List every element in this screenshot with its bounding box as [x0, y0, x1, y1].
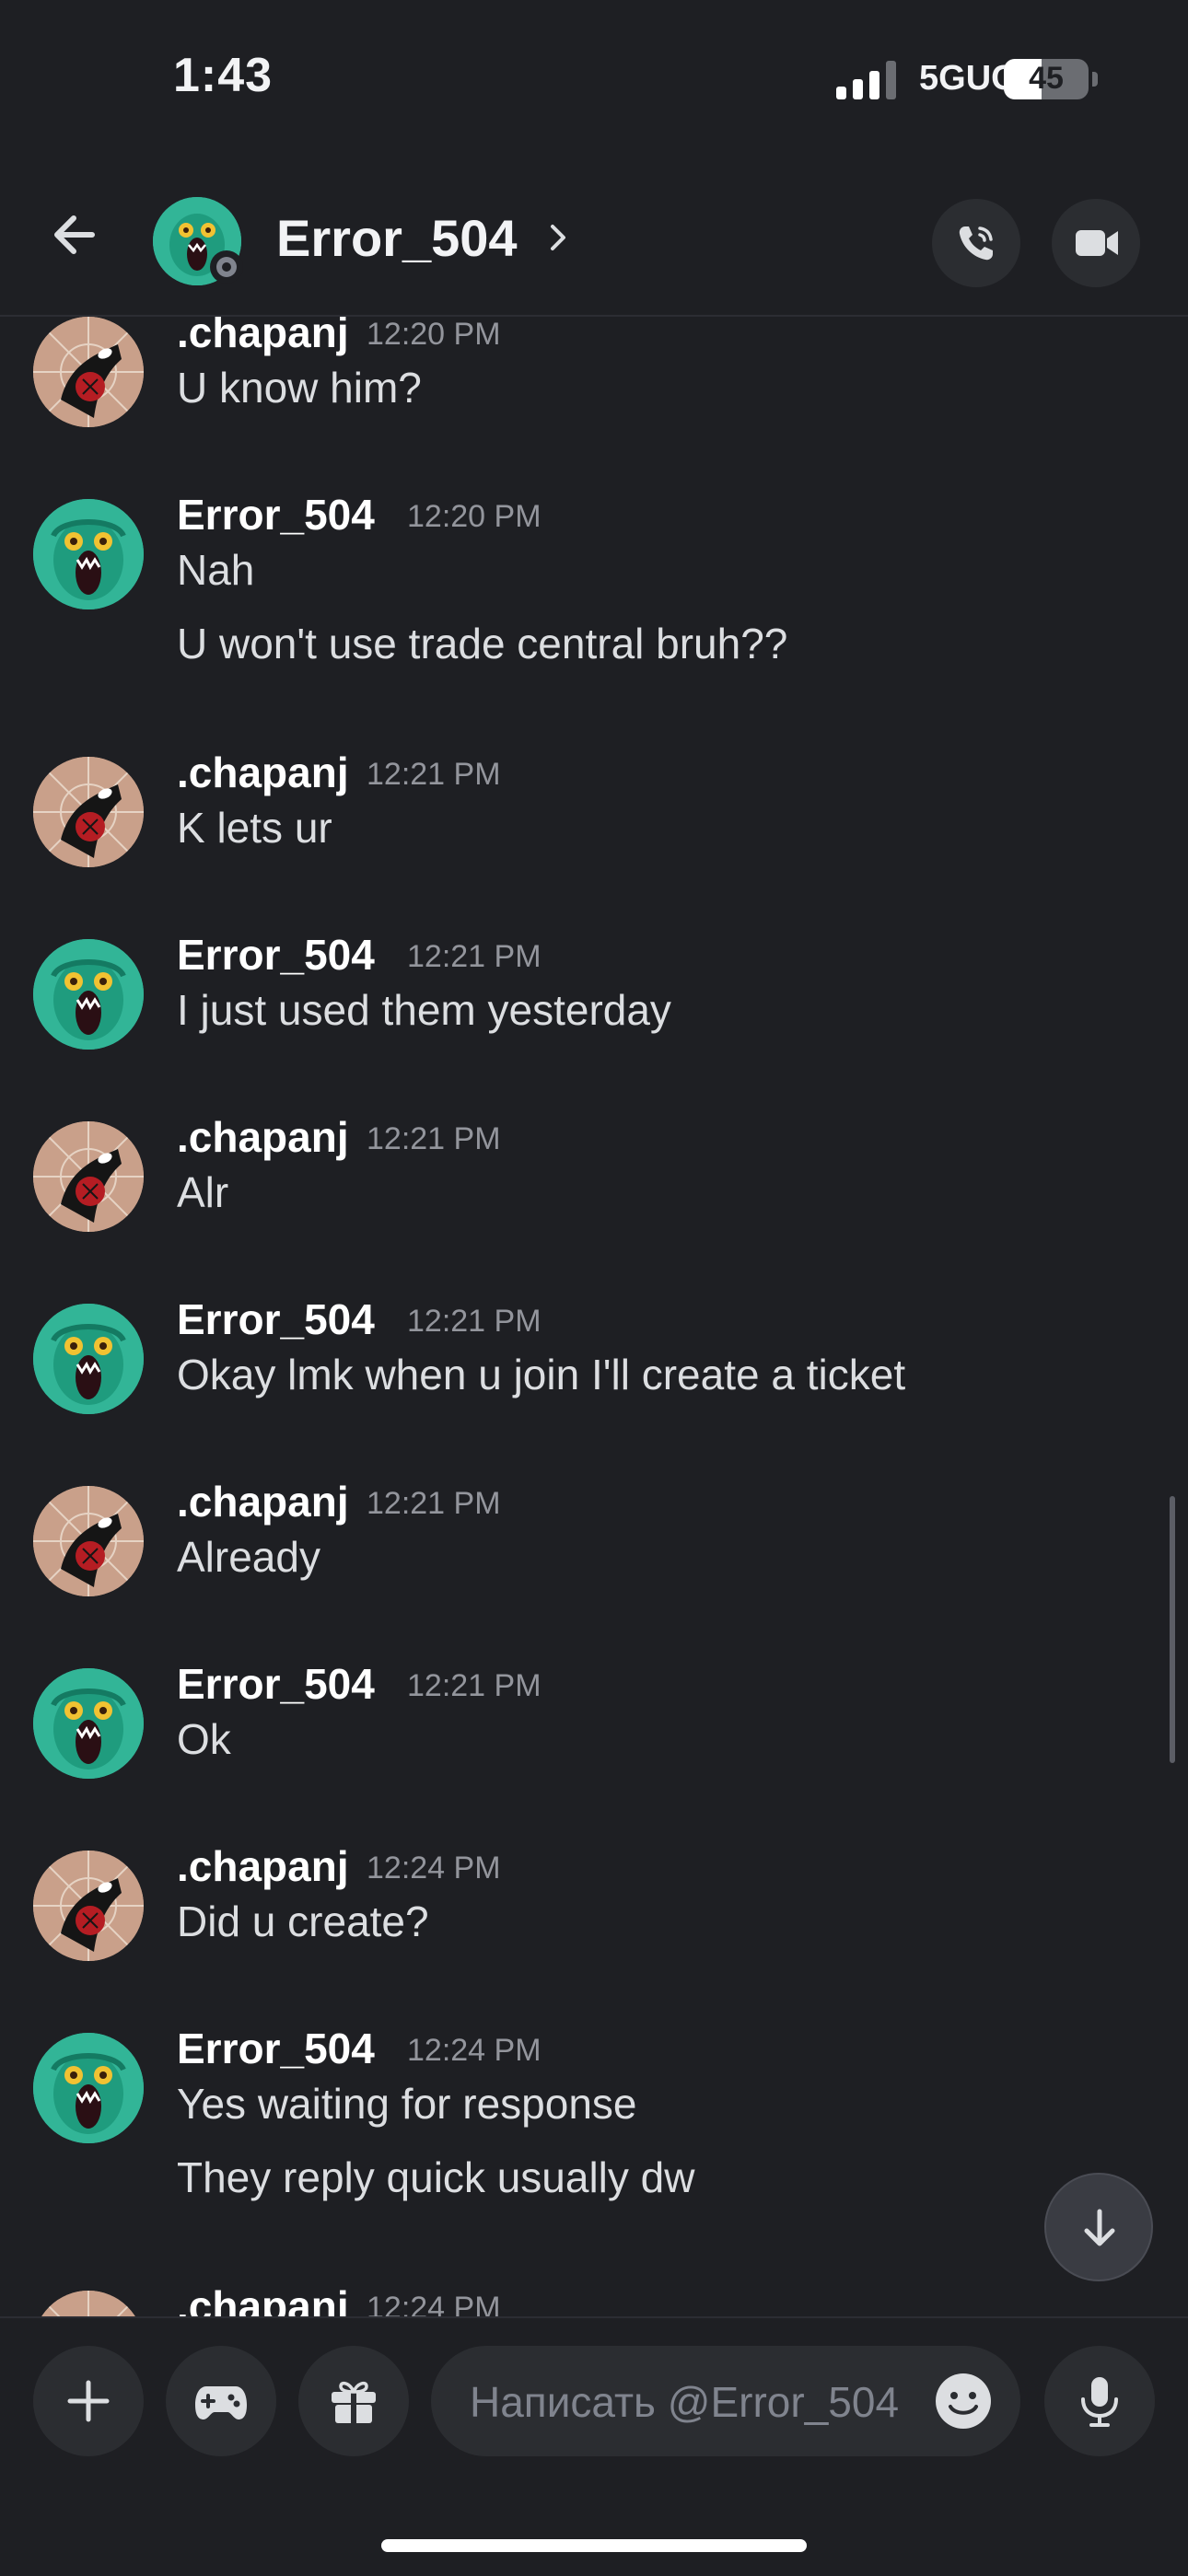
add-attachment-button[interactable]: [33, 2346, 144, 2456]
message-author[interactable]: .chapanj: [177, 748, 349, 797]
spider-avatar-icon: [33, 1486, 144, 1596]
voice-message-button[interactable]: [1044, 2346, 1155, 2456]
scrollbar[interactable]: [1170, 1496, 1175, 1763]
message-text: Yes waiting for response: [177, 2080, 637, 2128]
message-timestamp: 12:24 PM: [407, 2033, 542, 2068]
video-call-button[interactable]: [1052, 199, 1140, 287]
chevron-right-icon[interactable]: [545, 219, 573, 256]
message-input-wrapper: [431, 2346, 1020, 2458]
arrow-down-icon: [1084, 2209, 1115, 2246]
gift-icon: [332, 2381, 376, 2423]
message-text: Okay lmk when u join I'll create a ticke…: [177, 1351, 906, 1398]
monster-avatar-icon: [33, 1668, 144, 1779]
message-author[interactable]: Error_504: [177, 1659, 375, 1709]
message-timestamp: 12:20 PM: [407, 499, 542, 534]
message-avatar[interactable]: [33, 1851, 144, 1961]
offline-status-icon: [210, 250, 243, 284]
message-avatar[interactable]: [33, 2033, 144, 2143]
message-author[interactable]: .chapanj: [177, 317, 349, 357]
message-timestamp: 12:21 PM: [407, 939, 542, 974]
message-avatar[interactable]: [33, 757, 144, 867]
plus-icon: [67, 2380, 110, 2422]
message-text: I just used them yesterday: [177, 986, 671, 1034]
message-author[interactable]: Error_504: [177, 1294, 375, 1344]
message-text: U won't use trade central bruh??: [177, 620, 788, 667]
voice-call-button[interactable]: [932, 199, 1020, 287]
message-timestamp: 12:21 PM: [407, 1668, 542, 1703]
message-text: Already: [177, 1533, 320, 1581]
jump-to-latest-button[interactable]: [1044, 2173, 1153, 2281]
spider-avatar-icon: [33, 1121, 144, 1232]
chat-header: Error_504: [0, 157, 1188, 317]
message-avatar[interactable]: [33, 317, 144, 427]
home-indicator: [381, 2539, 807, 2552]
spider-avatar-icon: [33, 757, 144, 867]
message-text: Did u create?: [177, 1897, 429, 1945]
smile-icon[interactable]: [934, 2372, 993, 2431]
gamepad-icon: [195, 2386, 247, 2419]
message-timestamp: 12:21 PM: [367, 757, 501, 792]
message-text: Alr: [177, 1168, 229, 1216]
signal-icon: [836, 61, 896, 99]
battery-percent: 45: [1029, 61, 1064, 96]
message-author[interactable]: .chapanj: [177, 2281, 349, 2316]
message-timestamp: 12:21 PM: [367, 1486, 501, 1521]
message-avatar[interactable]: [33, 1304, 144, 1414]
message-timestamp: 12:21 PM: [407, 1304, 542, 1339]
message-timestamp: 12:24 PM: [367, 1851, 501, 1886]
message-author[interactable]: Error_504: [177, 2024, 375, 2073]
message-author[interactable]: Error_504: [177, 930, 375, 980]
back-arrow-icon[interactable]: [44, 203, 109, 267]
message-text: U know him?: [177, 364, 422, 412]
microphone-icon: [1081, 2377, 1118, 2427]
message-text: They reply quick usually dw: [177, 2153, 695, 2201]
message-text: K lets ur: [177, 804, 332, 852]
message-avatar[interactable]: [33, 1486, 144, 1596]
message-list[interactable]: .chapanj 12:20 PM U know him? Error_504 12:2…: [0, 317, 1188, 2316]
message-input[interactable]: [468, 2346, 914, 2458]
message-avatar[interactable]: [33, 939, 144, 1050]
header-username[interactable]: Error_504: [276, 208, 518, 268]
gift-button[interactable]: [298, 2346, 409, 2456]
battery-icon: 45: [1004, 59, 1089, 99]
phone-icon: [959, 226, 993, 261]
monster-avatar-icon: [33, 1304, 144, 1414]
spider-avatar-icon: [33, 1851, 144, 1961]
monster-avatar-icon: [33, 939, 144, 1050]
message-timestamp: 12:20 PM: [367, 317, 501, 352]
spider-avatar-icon: [33, 317, 144, 427]
message-timestamp: 12:24 PM: [367, 2291, 501, 2316]
message-author[interactable]: .chapanj: [177, 1477, 349, 1526]
status-bar: 1:43 5GUC 45: [0, 0, 1188, 157]
message-author[interactable]: .chapanj: [177, 1841, 349, 1891]
network-label: 5GUC: [919, 59, 1017, 98]
monster-avatar-icon: [33, 499, 144, 609]
message-author[interactable]: Error_504: [177, 490, 375, 540]
clock: 1:43: [173, 49, 274, 102]
message-author[interactable]: .chapanj: [177, 1112, 349, 1162]
message-avatar[interactable]: [33, 1121, 144, 1232]
message-text: Nah: [177, 546, 255, 594]
message-composer: [0, 2316, 1188, 2576]
activities-button[interactable]: [166, 2346, 276, 2456]
video-camera-icon: [1076, 230, 1118, 256]
battery-tip: [1092, 72, 1098, 87]
message-avatar[interactable]: [33, 499, 144, 609]
message-avatar[interactable]: [33, 1668, 144, 1779]
message-text: Ok: [177, 1715, 231, 1763]
message-timestamp: 12:21 PM: [367, 1121, 501, 1156]
message-avatar[interactable]: [33, 2291, 144, 2316]
spider-avatar-icon: [33, 2291, 144, 2316]
monster-avatar-icon: [33, 2033, 144, 2143]
